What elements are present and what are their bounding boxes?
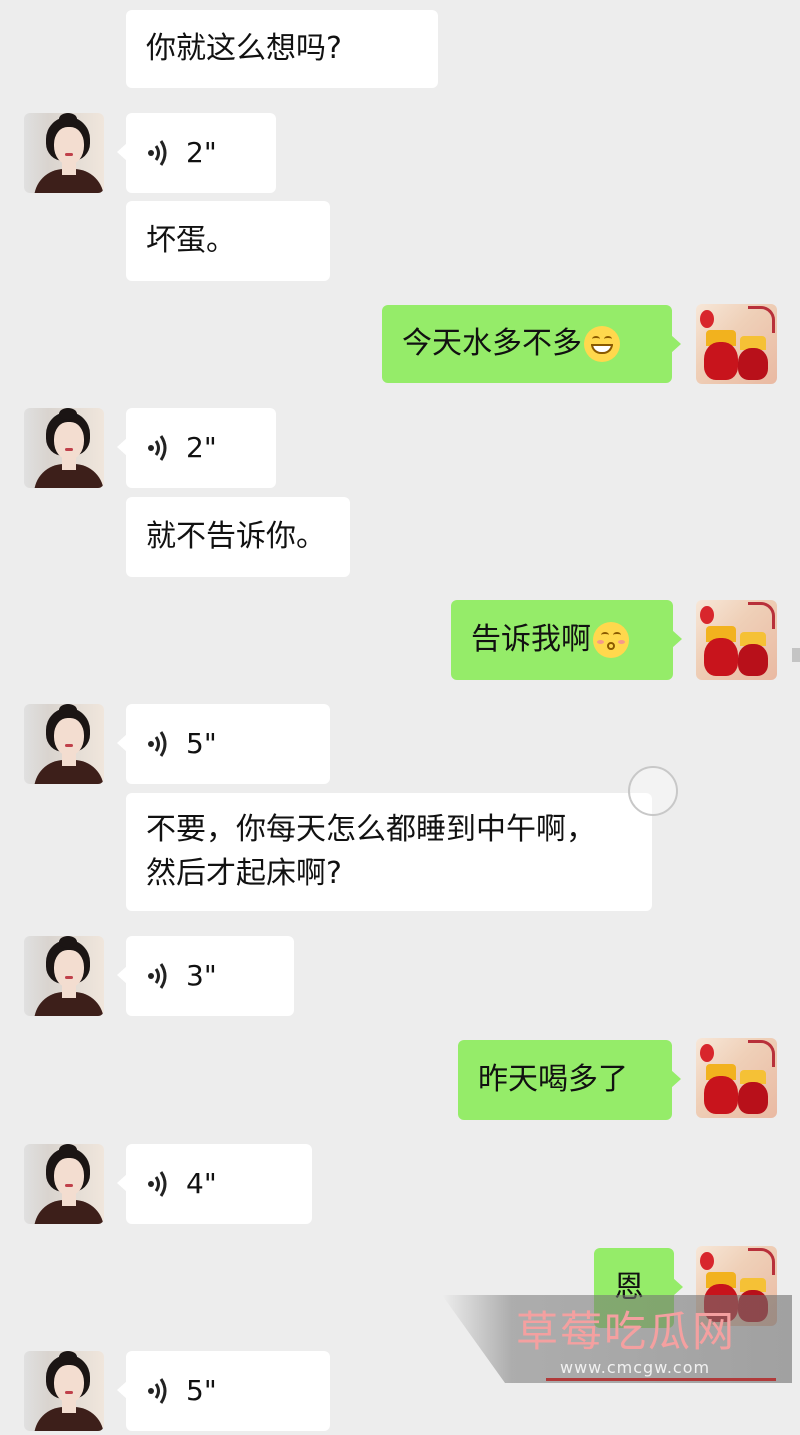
message-text: 你就这么想吗? [146, 31, 342, 66]
message-text: 昨天喝多了 [478, 1062, 628, 1097]
message-text: 坏蛋。 [146, 223, 236, 258]
voice-message-bubble[interactable]: 2" [117, 408, 276, 488]
incoming-text-bubble[interactable]: 你就这么想吗? [126, 10, 438, 88]
voice-duration: 2" [186, 431, 217, 464]
voice-wave-icon [146, 729, 172, 759]
kissing-face-icon [593, 622, 629, 658]
message-text: 告诉我啊 [471, 622, 591, 657]
message-text: 今天水多不多 [402, 326, 582, 361]
voice-duration: 3" [186, 959, 217, 992]
voice-duration: 5" [186, 727, 217, 760]
contact-avatar[interactable] [24, 936, 104, 1016]
voice-wave-icon [146, 433, 172, 463]
grinning-face-icon [584, 326, 620, 362]
outgoing-text-bubble[interactable]: 今天水多不多 [382, 305, 681, 383]
watermark-title: 草莓吃瓜网 [516, 1307, 737, 1356]
watermark-underline [546, 1378, 776, 1381]
contact-avatar[interactable] [24, 408, 104, 488]
outgoing-text-bubble[interactable]: 昨天喝多了 [458, 1040, 681, 1120]
voice-message-bubble[interactable]: 2" [117, 113, 276, 193]
contact-avatar[interactable] [24, 1144, 104, 1224]
voice-message-bubble[interactable]: 3" [117, 936, 294, 1016]
contact-avatar[interactable] [24, 113, 104, 193]
scroll-indicator[interactable] [792, 648, 800, 662]
message-text: 不要，你每天怎么都睡到中午啊， 然后才起床啊? [146, 812, 596, 891]
floating-assistive-button[interactable] [628, 766, 678, 816]
incoming-text-bubble[interactable]: 坏蛋。 [126, 201, 330, 281]
voice-duration: 5" [186, 1374, 217, 1407]
message-text: 就不告诉你。 [146, 519, 326, 554]
voice-message-bubble[interactable]: 4" [117, 1144, 312, 1224]
incoming-text-bubble[interactable]: 不要，你每天怎么都睡到中午啊， 然后才起床啊? [126, 793, 652, 911]
outgoing-text-bubble[interactable]: 告诉我啊 [451, 600, 682, 680]
my-avatar[interactable] [696, 600, 777, 680]
voice-message-bubble[interactable]: 5" [117, 1351, 330, 1431]
voice-wave-icon [146, 138, 172, 168]
voice-message-bubble[interactable]: 5" [117, 704, 330, 784]
contact-avatar[interactable] [24, 704, 104, 784]
my-avatar[interactable] [696, 304, 777, 384]
contact-avatar[interactable] [24, 1351, 104, 1431]
voice-wave-icon [146, 1376, 172, 1406]
my-avatar[interactable] [696, 1038, 777, 1118]
voice-wave-icon [146, 1169, 172, 1199]
voice-wave-icon [146, 961, 172, 991]
voice-duration: 4" [186, 1167, 217, 1200]
incoming-text-bubble[interactable]: 就不告诉你。 [126, 497, 350, 577]
voice-duration: 2" [186, 136, 217, 169]
watermark-url: www.cmcgw.com [560, 1358, 711, 1377]
